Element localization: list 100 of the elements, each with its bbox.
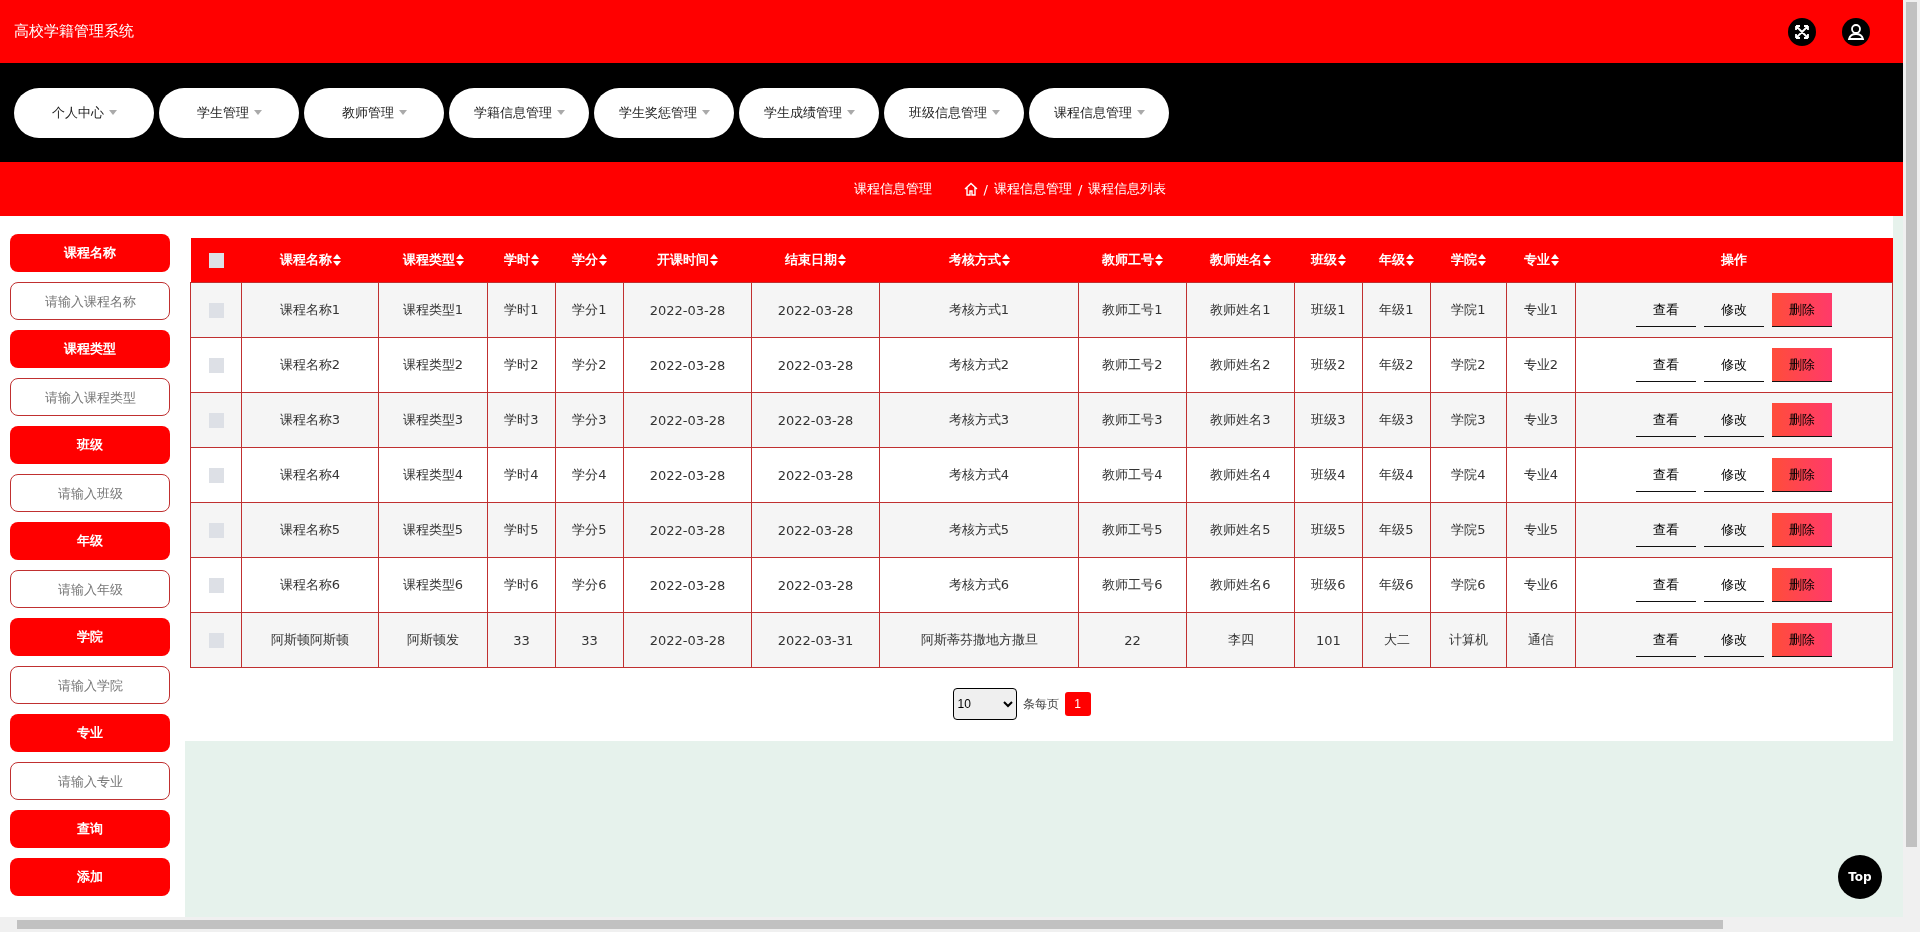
table-cell: 课程类型5	[402, 522, 464, 537]
table-cell: 通信	[1528, 632, 1554, 647]
page-size-select[interactable]: 10	[952, 688, 1017, 720]
table-cell: 阿斯顿阿斯顿	[271, 632, 349, 647]
row-checkbox[interactable]	[208, 523, 224, 538]
column-header: 操作	[1721, 251, 1747, 269]
table-cell: 教师姓名3	[1210, 412, 1271, 427]
column-header[interactable]: 开课时间	[657, 251, 718, 269]
table-cell: 教师姓名6	[1210, 577, 1271, 592]
table-cell: 2022-03-31	[777, 632, 854, 648]
nav-menu-button[interactable]: 班级信息管理	[884, 87, 1024, 138]
table-cell: 学院6	[1451, 577, 1486, 592]
row-checkbox[interactable]	[208, 578, 224, 593]
breadcrumb-item[interactable]: 课程信息管理	[994, 180, 1072, 198]
delete-button[interactable]: 删除	[1772, 623, 1832, 657]
edit-button[interactable]: 修改	[1704, 403, 1764, 437]
table-cell: 教师工号1	[1102, 302, 1163, 317]
table-cell: 课程名称5	[279, 522, 341, 537]
nav-menu-button[interactable]: 学籍信息管理	[449, 87, 589, 138]
user-icon[interactable]	[1842, 17, 1870, 46]
filter-label: 年级	[10, 522, 170, 560]
table-cell: 专业6	[1523, 577, 1559, 592]
row-checkbox[interactable]	[208, 358, 224, 373]
table-cell: 课程名称4	[279, 467, 341, 482]
filter-input[interactable]: 请输入学院	[10, 666, 170, 704]
vertical-scrollbar[interactable]	[1903, 0, 1920, 917]
edit-button[interactable]: 修改	[1704, 513, 1764, 547]
nav-menu-button[interactable]: 学生成绩管理	[739, 87, 879, 138]
table-cell: 22	[1124, 632, 1141, 648]
column-header[interactable]: 学院	[1451, 251, 1486, 269]
nav-menu-button[interactable]: 教师管理	[304, 87, 444, 138]
table-cell: 课程类型6	[402, 577, 464, 592]
select-all-checkbox[interactable]	[208, 253, 224, 268]
view-button[interactable]: 查看	[1636, 568, 1696, 602]
search-button[interactable]: 查询	[10, 810, 170, 848]
delete-button[interactable]: 删除	[1772, 458, 1832, 492]
column-header[interactable]: 考核方式	[948, 251, 1010, 269]
view-button[interactable]: 查看	[1636, 403, 1696, 437]
table-cell: 教师姓名4	[1210, 467, 1271, 482]
nav-menu-button[interactable]: 学生奖惩管理	[594, 87, 734, 138]
table-cell: 学时4	[504, 467, 539, 482]
table-cell: 教师工号4	[1102, 467, 1163, 482]
table-cell: 教师工号5	[1102, 522, 1163, 537]
edit-button[interactable]: 修改	[1704, 623, 1764, 657]
nav-menu-button[interactable]: 个人中心	[14, 87, 154, 138]
row-checkbox[interactable]	[208, 413, 224, 428]
table-cell: 考核方式4	[948, 467, 1010, 482]
view-button[interactable]: 查看	[1636, 458, 1696, 492]
filter-input[interactable]: 请输入课程类型	[10, 378, 170, 416]
add-button[interactable]: 添加	[10, 858, 170, 896]
table-cell: 学时1	[504, 302, 539, 317]
edit-button[interactable]: 修改	[1704, 293, 1764, 327]
edit-button[interactable]: 修改	[1704, 348, 1764, 382]
view-button[interactable]: 查看	[1636, 623, 1696, 657]
nav-menu-button[interactable]: 学生管理	[159, 87, 299, 138]
column-header[interactable]: 结束日期	[785, 251, 846, 269]
row-checkbox[interactable]	[208, 468, 224, 483]
delete-button[interactable]: 删除	[1772, 293, 1832, 327]
view-button[interactable]: 查看	[1636, 293, 1696, 327]
table-cell: 考核方式3	[948, 412, 1010, 427]
table-cell: 学时5	[504, 522, 539, 537]
column-header[interactable]: 课程名称	[279, 251, 341, 269]
table-cell: 2022-03-28	[649, 522, 726, 538]
table-cell: 阿斯蒂芬撒地方撒旦	[920, 632, 1038, 647]
home-icon[interactable]	[963, 182, 978, 196]
table-cell: 2022-03-28	[777, 302, 854, 318]
delete-button[interactable]: 删除	[1772, 568, 1832, 602]
fullscreen-icon[interactable]	[1788, 17, 1816, 46]
back-to-top-button[interactable]: Top	[1838, 855, 1882, 899]
filter-input[interactable]: 请输入专业	[10, 762, 170, 800]
table-cell: 专业1	[1523, 302, 1559, 317]
table-cell: 李四	[1227, 632, 1254, 647]
table-cell: 大二	[1383, 632, 1410, 647]
delete-button[interactable]: 删除	[1772, 403, 1832, 437]
table-cell: 学分1	[572, 302, 607, 317]
filter-label: 学院	[10, 618, 170, 656]
table-cell: 班级1	[1311, 302, 1346, 317]
table-cell: 学院2	[1451, 357, 1486, 372]
view-button[interactable]: 查看	[1636, 348, 1696, 382]
filter-input[interactable]: 请输入课程名称	[10, 282, 170, 320]
edit-button[interactable]: 修改	[1704, 568, 1764, 602]
table-cell: 2022-03-28	[777, 467, 854, 483]
table-cell: 学分6	[572, 577, 607, 592]
table-cell: 年级6	[1379, 577, 1414, 592]
table-cell: 专业5	[1523, 522, 1559, 537]
delete-button[interactable]: 删除	[1772, 348, 1832, 382]
edit-button[interactable]: 修改	[1704, 458, 1764, 492]
horizontal-scrollbar[interactable]	[0, 917, 1920, 932]
table-cell: 学分4	[572, 467, 607, 482]
nav-menu-button[interactable]: 课程信息管理	[1029, 87, 1169, 138]
delete-button[interactable]: 删除	[1772, 513, 1832, 547]
filter-input[interactable]: 请输入班级	[10, 474, 170, 512]
table-cell: 学院3	[1451, 412, 1486, 427]
filter-input[interactable]: 请输入年级	[10, 570, 170, 608]
table-cell: 学院1	[1451, 302, 1486, 317]
table-cell: 2022-03-28	[649, 467, 726, 483]
row-checkbox[interactable]	[208, 633, 224, 648]
row-checkbox[interactable]	[208, 303, 224, 318]
page-button[interactable]: 1	[1064, 692, 1091, 716]
view-button[interactable]: 查看	[1636, 513, 1696, 547]
